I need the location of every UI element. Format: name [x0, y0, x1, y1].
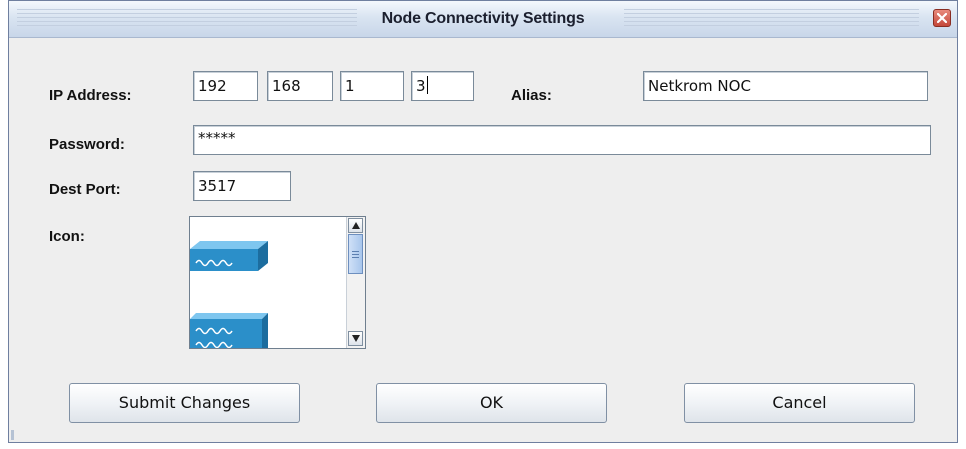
ip-octet-2-input[interactable]: 168: [267, 71, 333, 101]
icon-label: Icon:: [49, 228, 85, 245]
network-switch-icon: [190, 241, 268, 271]
password-label: Password:: [49, 136, 125, 153]
icon-list-scrollbar[interactable]: [346, 217, 365, 348]
node-connectivity-dialog: Node Connectivity Settings IP Address: 1…: [8, 0, 958, 443]
cancel-button[interactable]: Cancel: [684, 383, 915, 423]
title-bar[interactable]: Node Connectivity Settings: [9, 1, 957, 38]
network-switch-icon: [190, 313, 268, 348]
scroll-up-button[interactable]: [348, 218, 363, 233]
ip-address-label: IP Address:: [49, 87, 132, 104]
arrow-down-icon: [352, 335, 360, 342]
thumb-grip: [352, 257, 359, 258]
close-icon: [937, 13, 947, 23]
alias-label: Alias:: [511, 87, 552, 104]
close-button[interactable]: [933, 9, 951, 27]
submit-changes-button[interactable]: Submit Changes: [69, 383, 300, 423]
ok-button[interactable]: OK: [376, 383, 607, 423]
ip-octet-3-input[interactable]: 1: [340, 71, 404, 101]
icon-list-item[interactable]: [190, 313, 268, 348]
ip-octet-4-input[interactable]: 3: [411, 71, 474, 101]
thumb-grip: [352, 251, 359, 252]
thumb-grip: [352, 254, 359, 255]
icon-list[interactable]: [189, 216, 366, 349]
dest-port-input[interactable]: 3517: [193, 171, 291, 201]
alias-input[interactable]: Netkrom NOC: [643, 71, 928, 101]
text-caret: [426, 76, 428, 94]
ip-octet-4-value: 3: [416, 77, 426, 95]
scroll-thumb[interactable]: [348, 234, 363, 274]
icon-list-item[interactable]: [190, 239, 268, 278]
dialog-title: Node Connectivity Settings: [381, 10, 585, 27]
resize-grip[interactable]: [11, 430, 14, 440]
arrow-up-icon: [352, 222, 360, 229]
ip-octet-1-input[interactable]: 192: [193, 71, 258, 101]
password-input[interactable]: *****: [193, 125, 931, 155]
dest-port-label: Dest Port:: [49, 181, 121, 198]
scroll-down-button[interactable]: [348, 331, 363, 346]
